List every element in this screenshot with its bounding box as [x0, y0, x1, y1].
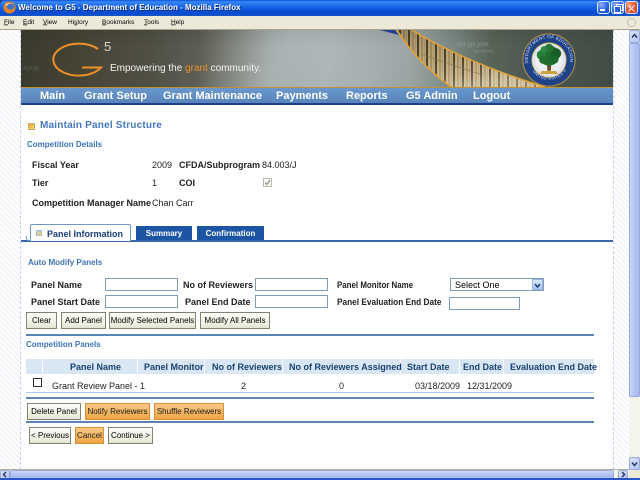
svg-text:π(x,θ): π(x,θ): [23, 66, 39, 72]
svg-text:f(x) g(x,y)dx: f(x) g(x,y)dx: [457, 42, 490, 48]
svg-text:√a²+b²=c: √a²+b²=c: [473, 48, 493, 55]
